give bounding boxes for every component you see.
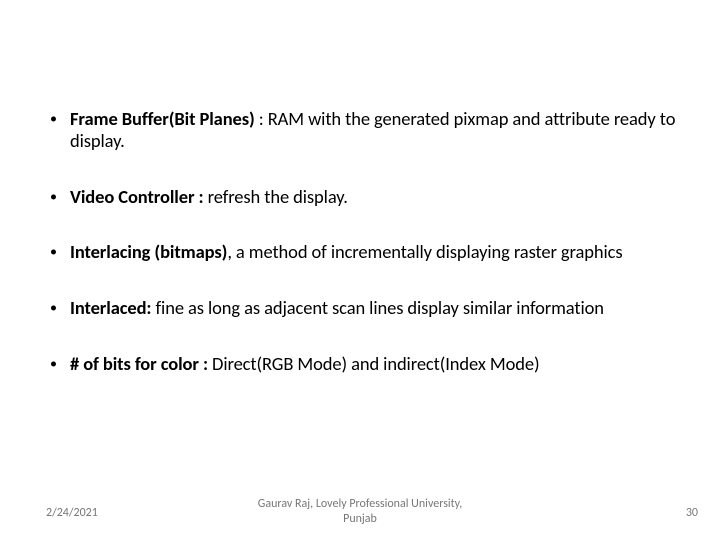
bullet-bold: Frame Buffer(Bit Planes): [70, 107, 259, 130]
bullet-rest: Direct(RGB Mode) and indirect(Index Mode…: [212, 352, 539, 375]
footer-affiliation-line1: Gaurav Raj, Lovely Professional Universi…: [258, 497, 462, 511]
list-item: # of bits for color : Direct(RGB Mode) a…: [46, 353, 684, 375]
bullet-list: Frame Buffer(Bit Planes) : RAM with the …: [46, 108, 684, 375]
footer-affiliation-line2: Punjab: [343, 512, 377, 526]
footer-page-number: 30: [686, 506, 698, 520]
bullet-rest: , a method of incrementally displaying r…: [227, 240, 622, 263]
list-item: Frame Buffer(Bit Planes) : RAM with the …: [46, 108, 684, 152]
bullet-rest: fine as long as adjacent scan lines disp…: [156, 296, 604, 319]
list-item: Video Controller : refresh the display.: [46, 186, 684, 208]
slide-body: Frame Buffer(Bit Planes) : RAM with the …: [46, 108, 684, 409]
bullet-bold: # of bits for color :: [70, 352, 212, 375]
bullet-bold: Interlacing (bitmaps): [70, 240, 227, 263]
list-item: Interlaced: fine as long as adjacent sca…: [46, 297, 684, 319]
footer-affiliation: Gaurav Raj, Lovely Professional Universi…: [0, 497, 720, 526]
bullet-rest: refresh the display.: [208, 185, 348, 208]
bullet-bold: Interlaced:: [70, 296, 156, 319]
bullet-bold: Video Controller :: [70, 185, 208, 208]
slide-footer: 2/24/2021 Gaurav Raj, Lovely Professiona…: [0, 494, 720, 526]
list-item: Interlacing (bitmaps), a method of incre…: [46, 241, 684, 263]
